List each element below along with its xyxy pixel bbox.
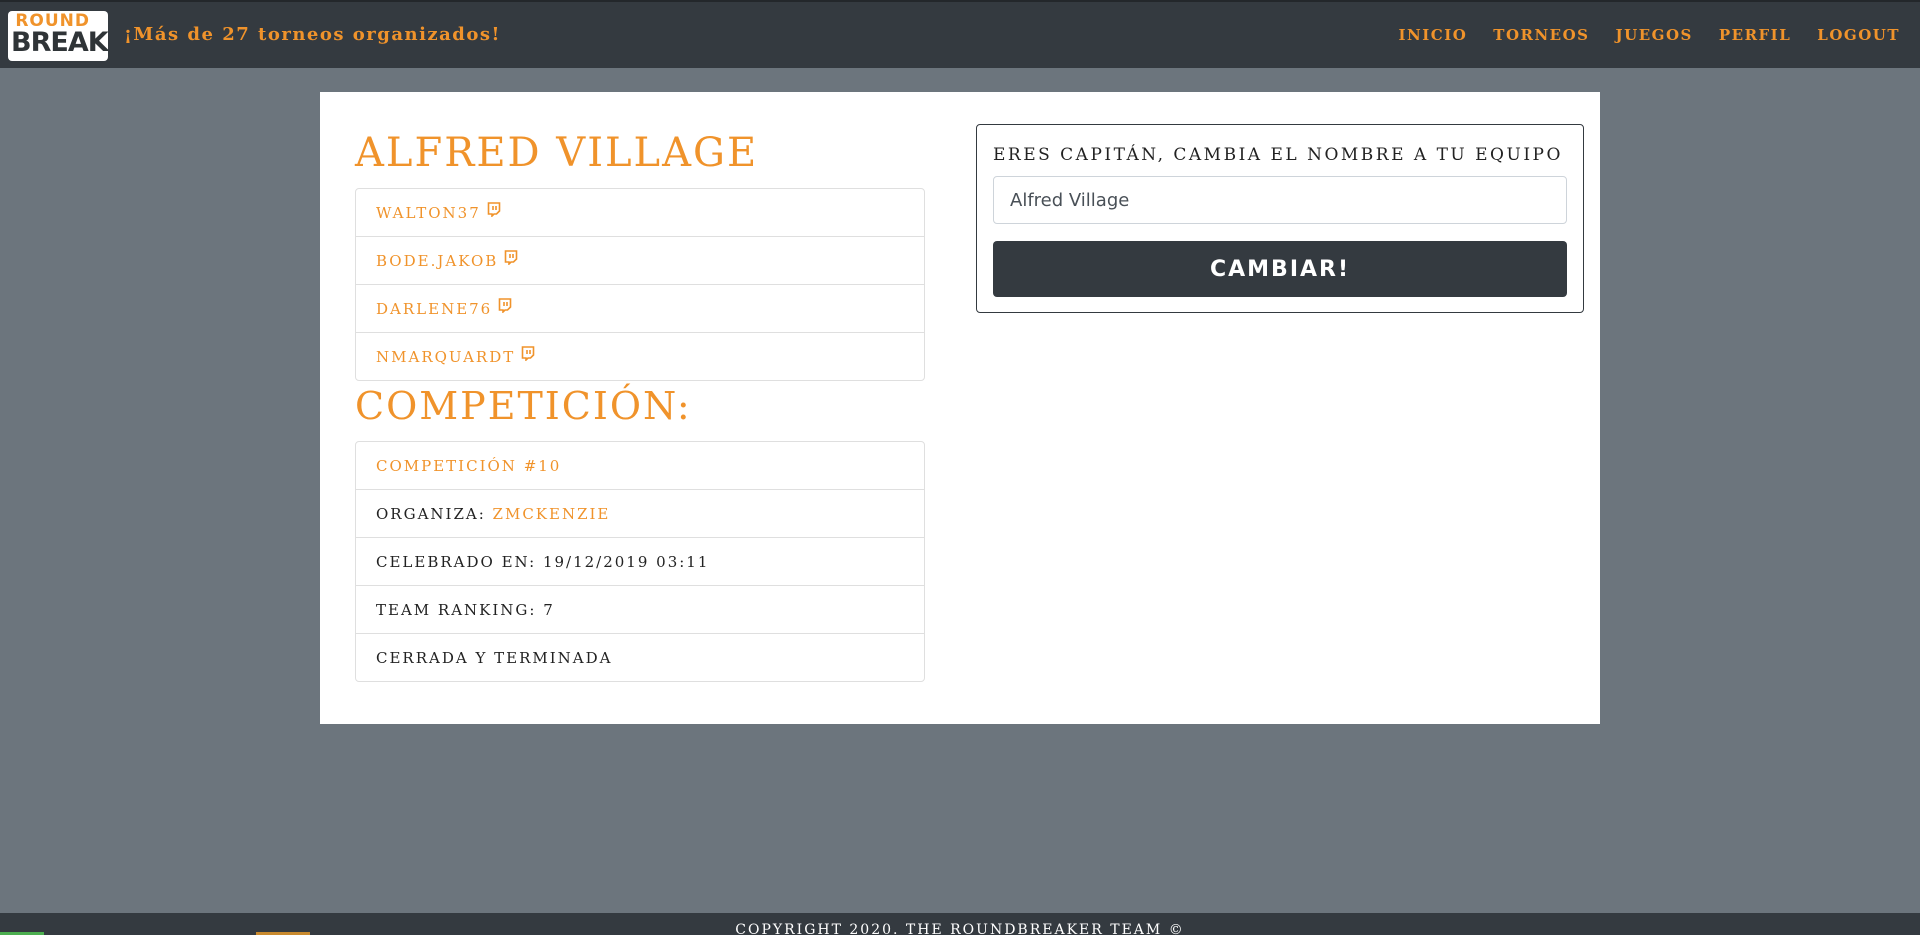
cambiar-button[interactable]: CAMBIAR! (993, 241, 1567, 297)
navbar: ROUND BREAKER ¡Más de 27 torneos organiz… (0, 0, 1920, 68)
player-item[interactable]: darlene76 (356, 285, 924, 333)
nav-perfil[interactable]: PERFIL (1719, 26, 1791, 44)
celebrated-date: Celebrado en: 19/12/2019 03:11 (376, 553, 710, 571)
rename-label: Eres capitán, cambia el nombre a tu equi… (993, 145, 1563, 165)
competition-link[interactable]: Competición #10 (376, 457, 561, 475)
team-name-heading: ALFRED VILLAGE (355, 130, 759, 176)
team-card: ALFRED VILLAGE walton37 bode.jakob darle… (320, 92, 1600, 724)
footer-copyright: Copyright 2020. The RoundBreaker team © (735, 922, 1185, 935)
organizer-label: Organiza: (376, 505, 486, 523)
nav-logout[interactable]: LOGOUT (1817, 26, 1900, 44)
player-list: walton37 bode.jakob darlene76 nmarquardt (355, 188, 925, 381)
ranking-item: Team Ranking: 7 (356, 586, 924, 634)
competition-link-item[interactable]: Competición #10 (356, 442, 924, 490)
nav-torneos[interactable]: TORNEOS (1493, 26, 1589, 44)
logo-bottom-text: BREAKER (11, 27, 108, 58)
date-item: Celebrado en: 19/12/2019 03:11 (356, 538, 924, 586)
competition-heading: COMPETICIÓN: (355, 384, 692, 428)
player-item[interactable]: bode.jakob (356, 237, 924, 285)
player-name[interactable]: walton37 (376, 204, 481, 222)
brand-tagline: ¡Más de 27 torneos organizados! (124, 24, 501, 45)
organizer-link[interactable]: zmckenzie (493, 505, 611, 523)
player-name[interactable]: darlene76 (376, 300, 492, 318)
nav-juegos[interactable]: JUEGOS (1616, 26, 1693, 44)
team-ranking: Team Ranking: 7 (376, 601, 555, 619)
twitch-icon[interactable] (487, 188, 501, 236)
player-item[interactable]: walton37 (356, 189, 924, 237)
player-name[interactable]: bode.jakob (376, 252, 498, 270)
twitch-icon[interactable] (504, 236, 518, 284)
status-item: Cerrada y terminada (356, 634, 924, 681)
player-item[interactable]: nmarquardt (356, 333, 924, 380)
nav-links: INICIO TORNEOS JUEGOS PERFIL LOGOUT (1399, 26, 1900, 44)
nav-inicio[interactable]: INICIO (1399, 26, 1468, 44)
competition-list: Competición #10 Organiza: zmckenzie Cele… (355, 441, 925, 682)
twitch-icon[interactable] (498, 284, 512, 332)
organizer-item: Organiza: zmckenzie (356, 490, 924, 538)
competition-status: Cerrada y terminada (376, 649, 613, 667)
team-name-input[interactable] (993, 176, 1567, 224)
footer: Copyright 2020. The RoundBreaker team © (0, 913, 1920, 935)
roundbreaker-logo[interactable]: ROUND BREAKER (8, 11, 108, 61)
rename-team-form: Eres capitán, cambia el nombre a tu equi… (976, 124, 1584, 313)
twitch-icon[interactable] (521, 332, 535, 380)
player-name[interactable]: nmarquardt (376, 348, 515, 366)
